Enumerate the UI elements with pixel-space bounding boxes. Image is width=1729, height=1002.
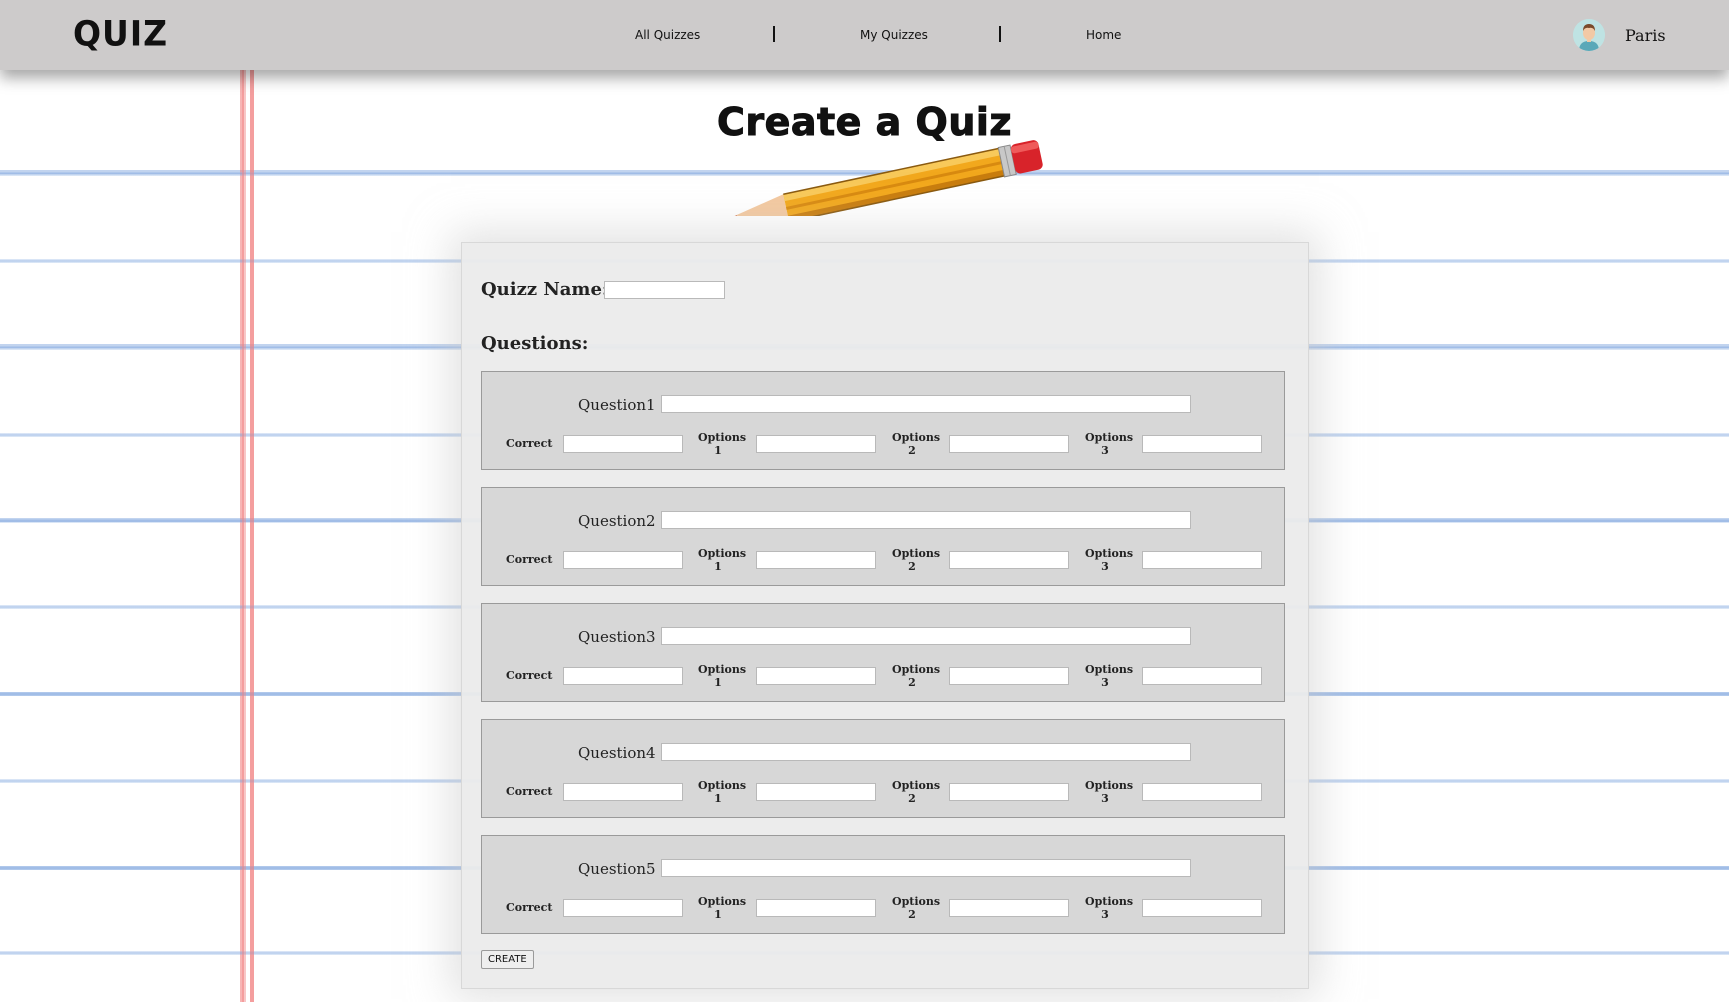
option1-label: Options 1 <box>698 663 747 689</box>
option1-label: Options 1 <box>698 547 747 573</box>
nav-my-quizzes[interactable]: My Quizzes <box>860 28 928 42</box>
option2-input[interactable] <box>949 783 1069 801</box>
option2-label: Options 2 <box>892 895 941 921</box>
option2-input[interactable] <box>949 667 1069 685</box>
question-input[interactable] <box>661 511 1191 529</box>
navbar: QUIZ All Quizzes My Quizzes Home Paris <box>0 0 1729 70</box>
correct-answer-input[interactable] <box>563 783 683 801</box>
quiz-name-input[interactable] <box>604 281 725 299</box>
option3-label: Options 3 <box>1085 663 1134 689</box>
correct-label: Correct <box>506 785 553 798</box>
nav-separator <box>999 26 1001 42</box>
correct-answer-input[interactable] <box>563 551 683 569</box>
nav-home[interactable]: Home <box>1086 28 1121 42</box>
margin-line <box>242 70 246 1002</box>
option3-label: Options 3 <box>1085 779 1134 805</box>
page-title: Create a Quiz <box>716 100 1013 145</box>
option1-input[interactable] <box>756 667 876 685</box>
margin-line <box>250 70 254 1002</box>
correct-label: Correct <box>506 437 553 450</box>
option1-input[interactable] <box>756 783 876 801</box>
option2-label: Options 2 <box>892 547 941 573</box>
option3-input[interactable] <box>1142 783 1262 801</box>
nav-all-quizzes[interactable]: All Quizzes <box>635 28 700 42</box>
option3-input[interactable] <box>1142 551 1262 569</box>
option3-label: Options 3 <box>1085 547 1134 573</box>
option1-label: Options 1 <box>698 431 747 457</box>
option2-label: Options 2 <box>892 779 941 805</box>
question-label: Question1 <box>578 396 656 414</box>
question-input[interactable] <box>661 859 1191 877</box>
correct-answer-input[interactable] <box>563 435 683 453</box>
question-box: Question4 Correct Options 1 Options 2 Opti… <box>481 719 1285 818</box>
logo[interactable]: QUIZ <box>73 13 168 54</box>
option3-label: Options 3 <box>1085 431 1134 457</box>
option2-label: Options 2 <box>892 431 941 457</box>
pencil-illustration <box>721 140 1043 216</box>
correct-label: Correct <box>506 901 553 914</box>
question-input[interactable] <box>661 743 1191 761</box>
question-label: Question5 <box>578 860 656 878</box>
nav-separator <box>773 26 775 42</box>
option1-input[interactable] <box>756 899 876 917</box>
option3-input[interactable] <box>1142 899 1262 917</box>
option1-input[interactable] <box>756 551 876 569</box>
question-label: Question4 <box>578 744 656 762</box>
option3-input[interactable] <box>1142 667 1262 685</box>
username[interactable]: Paris <box>1625 26 1666 45</box>
question-label: Question3 <box>578 628 656 646</box>
question-input[interactable] <box>661 395 1191 413</box>
correct-answer-input[interactable] <box>563 667 683 685</box>
option2-input[interactable] <box>949 551 1069 569</box>
correct-label: Correct <box>506 669 553 682</box>
correct-label: Correct <box>506 553 553 566</box>
option1-input[interactable] <box>756 435 876 453</box>
questions-label: Questions: <box>481 333 589 354</box>
question-box: Question5 Correct Options 1 Options 2 Opti… <box>481 835 1285 934</box>
option1-label: Options 1 <box>698 779 747 805</box>
question-input[interactable] <box>661 627 1191 645</box>
option2-label: Options 2 <box>892 663 941 689</box>
question-box: Question1 Correct Options 1 Options 2 Opti… <box>481 371 1285 470</box>
quiz-form-panel: Quizz Name: Questions: Question1 Correct… <box>461 242 1309 989</box>
correct-answer-input[interactable] <box>563 899 683 917</box>
quiz-name-label: Quizz Name: <box>481 279 609 300</box>
option3-label: Options 3 <box>1085 895 1134 921</box>
question-label: Question2 <box>578 512 656 530</box>
option1-label: Options 1 <box>698 895 747 921</box>
option2-input[interactable] <box>949 899 1069 917</box>
option3-input[interactable] <box>1142 435 1262 453</box>
question-box: Question3 Correct Options 1 Options 2 Opti… <box>481 603 1285 702</box>
option2-input[interactable] <box>949 435 1069 453</box>
user-avatar-icon[interactable] <box>1573 19 1605 51</box>
question-box: Question2 Correct Options 1 Options 2 Opti… <box>481 487 1285 586</box>
create-button[interactable]: CREATE <box>481 950 534 969</box>
